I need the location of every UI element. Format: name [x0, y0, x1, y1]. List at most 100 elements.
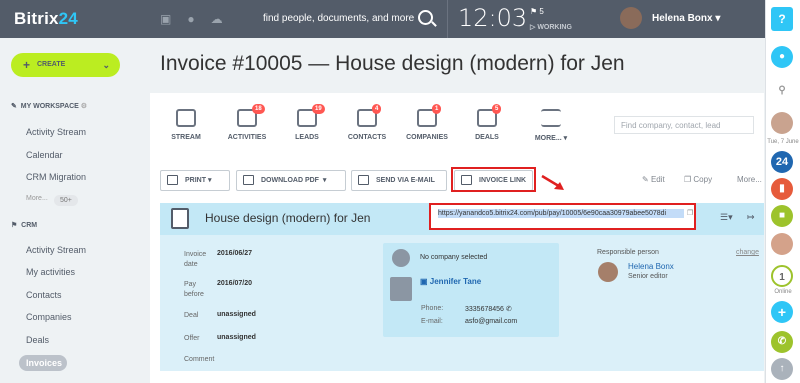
crm-search-input[interactable]: Find company, contact, lead	[614, 116, 754, 134]
bitrix-icon[interactable]: 24	[771, 151, 793, 173]
contact-name[interactable]: ▣ Jennifer Tane	[420, 277, 481, 286]
help-button[interactable]: ?	[771, 7, 793, 31]
list-icon[interactable]: ☰▾	[720, 212, 733, 223]
copy-button[interactable]: ❐ Copy	[684, 175, 712, 184]
tab-label: LEADS	[295, 134, 319, 141]
copy-icon[interactable]: ❐	[687, 209, 693, 217]
status-text: WORKING	[537, 24, 572, 31]
sidebar-item-deals[interactable]: Deals	[26, 335, 49, 345]
sidebar-item-crm-activity-stream[interactable]: Activity Stream	[26, 245, 86, 255]
chevron-down-icon: ⌄	[102, 60, 110, 70]
invoice-url[interactable]: https://yanandco5.bitrix24.com/pub/pay/1…	[438, 209, 684, 218]
stream-icon	[176, 109, 196, 127]
tab-stream[interactable]: STREAM	[155, 109, 217, 141]
edit-label: Edit	[650, 175, 665, 184]
page-title: Invoice #10005 — House design (modern) f…	[160, 52, 625, 75]
more-badge: 50+	[54, 195, 78, 206]
arrow-annotation	[541, 174, 564, 190]
work-status[interactable]: ▷ WORKING	[530, 23, 572, 31]
edit-button[interactable]: ✎ Edit	[642, 175, 665, 184]
print-label: PRINT	[185, 177, 206, 184]
flag-count-value: 5	[539, 7, 544, 16]
tab-label: CONTACTS	[347, 134, 387, 141]
rail-search-icon[interactable]: ⚲	[771, 80, 793, 102]
megaphone-icon[interactable]: ▮	[771, 178, 793, 200]
email-label: E-mail:	[421, 318, 443, 325]
download-pdf-button[interactable]: DOWNLOAD PDF ▾	[236, 170, 346, 191]
contact-name-text: Jennifer Tane	[429, 277, 482, 286]
user-name-text: Helena Bonx	[652, 13, 713, 24]
company-icon	[392, 249, 410, 267]
online-count[interactable]: 1	[771, 265, 793, 287]
tab-label: STREAM	[171, 134, 201, 141]
copy-label: Copy	[693, 175, 713, 184]
chat-icon[interactable]: ▣	[160, 12, 171, 26]
tab-activities[interactable]: 18 ACTIVITIES	[216, 104, 278, 141]
crm-header[interactable]: ⚑ CRM	[11, 221, 37, 229]
tab-deals[interactable]: 5 DEALS	[456, 104, 518, 141]
highlight-box	[451, 167, 536, 192]
sidebar-item-calendar[interactable]: Calendar	[26, 150, 63, 160]
more-button[interactable]: More...	[737, 175, 762, 184]
sidebar-item-activity-stream[interactable]: Activity Stream	[26, 127, 86, 137]
rail-date: Tue, 7 June	[767, 139, 799, 145]
workspace-label: MY WORKSPACE	[20, 103, 79, 110]
count-badge: 19	[312, 104, 325, 114]
tab-contacts[interactable]: 4 CONTACTS	[336, 104, 398, 141]
phone-value[interactable]: 3335678456 ✆	[465, 305, 512, 313]
user-avatar[interactable]	[620, 7, 642, 29]
clock: 12:03	[458, 4, 528, 32]
my-workspace-header[interactable]: ✎ MY WORKSPACE ⚙	[11, 102, 87, 110]
sidebar-item-invoices[interactable]: Invoices	[19, 355, 67, 371]
notifications-icon[interactable]: ●	[771, 46, 793, 68]
change-link[interactable]: change	[736, 249, 759, 256]
count-badge: 18	[252, 104, 265, 114]
sidebar-more[interactable]: More...	[26, 195, 48, 202]
search-icon[interactable]	[418, 10, 433, 25]
logo[interactable]: Bitrix24	[14, 9, 78, 29]
tab-label: MORE...	[534, 135, 562, 142]
create-button[interactable]: CREATE ⌄	[11, 53, 120, 77]
phone-number: 3335678456	[465, 306, 504, 313]
tab-more[interactable]: MORE... ▾	[520, 109, 582, 142]
tab-label: DEALS	[475, 134, 499, 141]
field-label: Pay before	[184, 281, 204, 298]
create-label: CREATE	[37, 61, 66, 68]
cloud-icon[interactable]: ☁	[211, 12, 223, 26]
sidebar-item-crm-migration[interactable]: CRM Migration	[26, 172, 86, 182]
rail-avatar[interactable]	[771, 112, 793, 134]
arrow-icon[interactable]: ↑	[771, 358, 793, 380]
send-label: SEND VIA E-MAIL	[376, 177, 435, 184]
field-value: 2016/06/27	[217, 250, 253, 257]
sidebar-item-contacts[interactable]: Contacts	[26, 290, 62, 300]
responsible-label: Responsible person	[597, 249, 659, 256]
contact-avatar[interactable]	[771, 233, 793, 255]
email-value[interactable]: asfo@gmail.com	[465, 318, 517, 325]
presentation-icon[interactable]: ■	[771, 205, 793, 227]
gear-icon[interactable]: ⚙	[81, 103, 87, 110]
company-text: No company selected	[420, 254, 488, 261]
online-label: Online	[774, 289, 792, 295]
phone-icon[interactable]: ✆	[771, 331, 793, 353]
responsible-name[interactable]: Helena Bonx	[628, 262, 674, 271]
user-name[interactable]: Helena Bonx ▾	[652, 13, 720, 24]
tab-label: COMPANIES	[406, 134, 448, 141]
field-value: 2016/07/20	[217, 280, 253, 287]
pin-icon[interactable]: ↦	[747, 212, 755, 223]
field-value: unassigned	[217, 311, 256, 318]
send-email-button[interactable]: SEND VIA E-MAIL	[351, 170, 447, 191]
add-icon[interactable]: +	[771, 301, 793, 323]
sidebar-item-my-activities[interactable]: My activities	[26, 267, 75, 277]
count-badge: 4	[372, 104, 382, 114]
flag-count: ⚑ 5	[530, 7, 544, 16]
bell-icon[interactable]: ●	[187, 12, 194, 26]
sidebar-item-companies[interactable]: Companies	[26, 312, 72, 322]
print-button[interactable]: PRINT ▾	[160, 170, 230, 191]
download-icon	[243, 175, 254, 185]
responsible-title: Senior editor	[628, 273, 668, 280]
tab-leads[interactable]: 19 LEADS	[276, 104, 338, 141]
logo-text: Bitrix	[14, 9, 59, 28]
tab-companies[interactable]: 1 COMPANIES	[396, 104, 458, 141]
field-label: Comment	[184, 356, 215, 363]
crm-label: CRM	[21, 222, 38, 229]
